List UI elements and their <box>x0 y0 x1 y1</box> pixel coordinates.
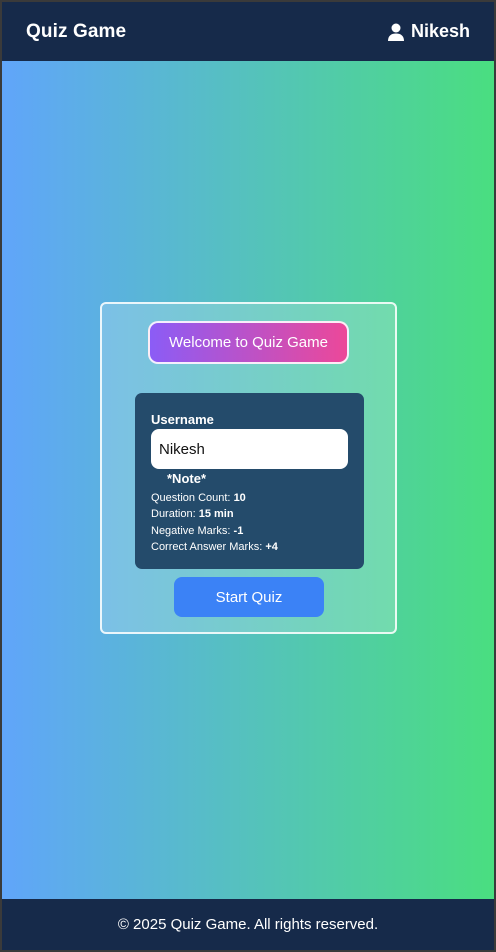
brand-title[interactable]: Quiz Game <box>26 21 126 43</box>
welcome-banner: Welcome to Quiz Game <box>148 321 349 364</box>
info-question-count: Question Count: 10 <box>151 492 246 504</box>
user-menu[interactable]: Nikesh <box>387 21 470 42</box>
quiz-card: Welcome to Quiz Game Username *Note* Que… <box>100 302 397 634</box>
start-quiz-button[interactable]: Start Quiz <box>174 577 324 617</box>
info-duration: Duration: 15 min <box>151 508 234 521</box>
username-label: Username <box>151 412 214 427</box>
username-input[interactable] <box>151 429 348 469</box>
footer-copyright: © 2025 Quiz Game. All rights reserved. <box>117 916 379 933</box>
main-area: Welcome to Quiz Game Username *Note* Que… <box>2 61 494 899</box>
settings-panel: Username *Note* Question Count: 10 Durat… <box>135 393 364 569</box>
app: Quiz Game Nikesh Welcome to Quiz Game Us… <box>2 2 494 950</box>
note-title: *Note* <box>167 471 207 486</box>
navbar: Quiz Game Nikesh <box>2 2 494 61</box>
footer: © 2025 Quiz Game. All rights reserved. <box>2 899 494 950</box>
user-name: Nikesh <box>410 21 470 41</box>
quiz-info: Question Count: 10 Duration: 15 min Nega… <box>151 490 278 555</box>
user-icon <box>387 23 404 41</box>
info-correct-marks: Correct Answer Marks: +4 <box>151 540 278 553</box>
info-negative-marks: Negative Marks: -1 <box>151 524 244 537</box>
